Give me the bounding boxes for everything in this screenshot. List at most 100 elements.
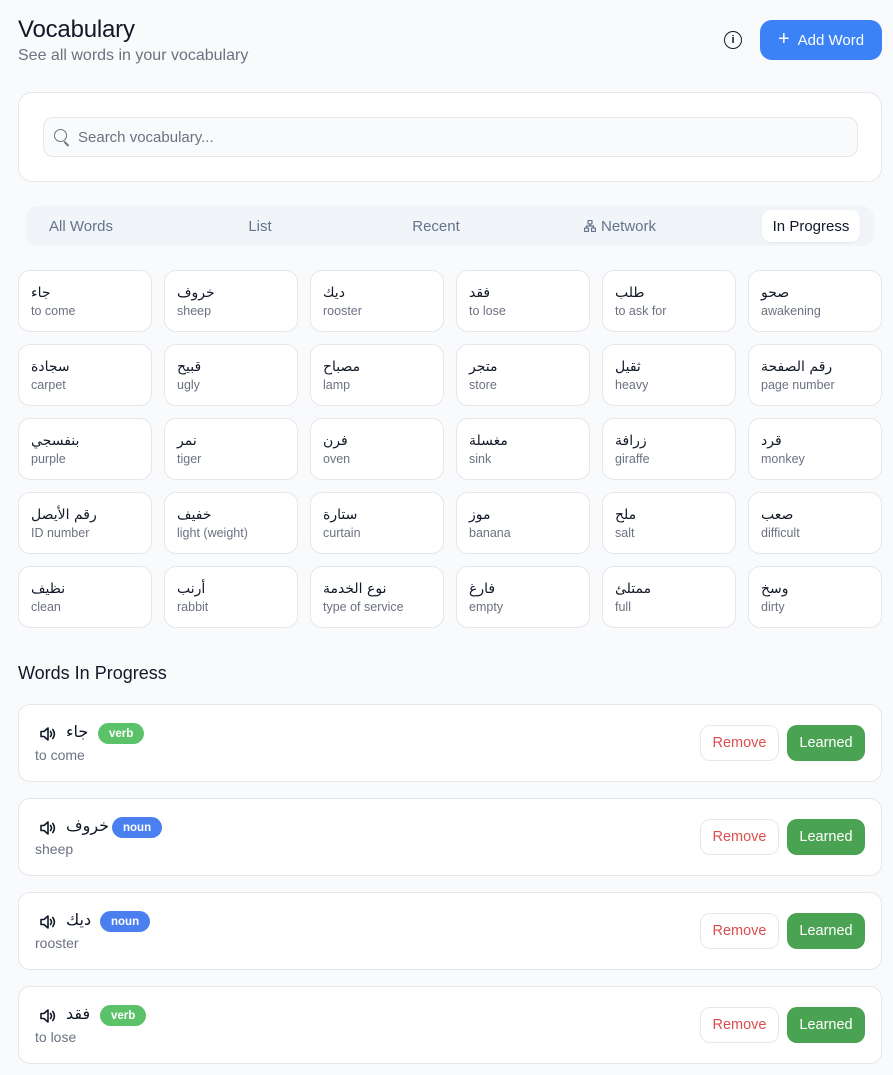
progress-word-arabic: جاء	[66, 722, 89, 741]
word-arabic: نظيف	[31, 581, 66, 597]
learned-button[interactable]: Learned	[787, 819, 865, 855]
word-card[interactable]: وسخ dirty	[748, 566, 882, 628]
word-card[interactable]: ثقيل heavy	[602, 344, 736, 406]
word-translation: type of service	[323, 600, 404, 614]
word-type-badge: noun	[112, 817, 163, 838]
remove-button[interactable]: Remove	[700, 1007, 779, 1043]
word-card[interactable]: متجر store	[456, 344, 590, 406]
view-tabs: All Words List Recent Network In Progres…	[26, 206, 874, 246]
learned-button[interactable]: Learned	[787, 725, 865, 761]
progress-word-translation: rooster	[35, 935, 79, 951]
speaker-icon[interactable]	[39, 726, 57, 742]
word-translation: to come	[31, 304, 76, 318]
word-translation: banana	[469, 526, 511, 540]
word-translation: sink	[469, 452, 492, 466]
word-card[interactable]: فارغ empty	[456, 566, 590, 628]
word-card[interactable]: فقد to lose	[456, 270, 590, 332]
network-icon	[583, 220, 596, 232]
word-type-badge: verb	[98, 723, 145, 744]
word-translation: ugly	[177, 378, 200, 392]
speaker-icon[interactable]	[39, 1008, 57, 1024]
learned-button[interactable]: Learned	[787, 913, 865, 949]
word-translation: giraffe	[615, 452, 650, 466]
word-type-badge: noun	[100, 911, 151, 932]
word-arabic: فارغ	[469, 581, 496, 597]
remove-button[interactable]: Remove	[700, 819, 779, 855]
word-arabic: خروف	[177, 285, 215, 301]
tab-recent[interactable]: Recent	[392, 210, 480, 242]
word-translation: rooster	[323, 304, 362, 318]
speaker-icon[interactable]	[39, 820, 57, 836]
word-card[interactable]: صحو awakening	[748, 270, 882, 332]
word-arabic: نوع الخدمة	[323, 581, 387, 597]
add-word-label: Add Word	[797, 31, 865, 49]
word-card[interactable]: قبيح ugly	[164, 344, 298, 406]
remove-button[interactable]: Remove	[700, 725, 779, 761]
word-card[interactable]: رقم الصفحة page number	[748, 344, 882, 406]
word-type-badge: verb	[100, 1005, 147, 1026]
word-translation: difficult	[761, 526, 800, 540]
word-arabic: فقد	[469, 285, 491, 301]
word-translation: lamp	[323, 378, 351, 392]
word-card[interactable]: نمر tiger	[164, 418, 298, 480]
tab-list[interactable]: List	[220, 210, 300, 242]
word-card[interactable]: قرد monkey	[748, 418, 882, 480]
word-translation: to ask for	[615, 304, 667, 318]
remove-button[interactable]: Remove	[700, 913, 779, 949]
tab-in-progress[interactable]: In Progress	[762, 210, 860, 242]
in-progress-item: خروف noun sheep Remove Learned	[18, 798, 882, 876]
word-arabic: قبيح	[177, 359, 202, 375]
word-card[interactable]: ملح salt	[602, 492, 736, 554]
word-translation: oven	[323, 452, 351, 466]
word-translation: salt	[615, 526, 635, 540]
progress-word-arabic: خروف	[66, 816, 110, 835]
learned-button[interactable]: Learned	[787, 1007, 865, 1043]
word-card[interactable]: مغسلة sink	[456, 418, 590, 480]
word-arabic: فرن	[323, 433, 348, 449]
word-card[interactable]: ممتلئ full	[602, 566, 736, 628]
word-card[interactable]: رقم الأيصل ID number	[18, 492, 152, 554]
word-card[interactable]: سجادة carpet	[18, 344, 152, 406]
word-card[interactable]: نوع الخدمة type of service	[310, 566, 444, 628]
speaker-icon[interactable]	[39, 914, 57, 930]
word-arabic: ستارة	[323, 507, 358, 523]
word-card[interactable]: خفيف light (weight)	[164, 492, 298, 554]
plus-icon: +	[777, 28, 790, 50]
tab-network[interactable]: Network	[570, 210, 670, 242]
word-card[interactable]: نظيف clean	[18, 566, 152, 628]
search-icon	[54, 129, 67, 142]
add-word-button[interactable]: + Add Word	[760, 20, 882, 60]
word-arabic: طلب	[615, 285, 645, 301]
word-translation: store	[469, 378, 497, 392]
word-card[interactable]: زرافة giraffe	[602, 418, 736, 480]
word-arabic: جاء	[31, 285, 51, 301]
search-card	[18, 92, 882, 182]
word-card[interactable]: أرنب rabbit	[164, 566, 298, 628]
word-translation: clean	[31, 600, 61, 614]
word-card[interactable]: موز banana	[456, 492, 590, 554]
word-card[interactable]: فرن oven	[310, 418, 444, 480]
search-box[interactable]	[43, 117, 858, 157]
word-card[interactable]: ستارة curtain	[310, 492, 444, 554]
in-progress-item: ديك noun rooster Remove Learned	[18, 892, 882, 970]
word-arabic: ملح	[615, 507, 637, 523]
in-progress-item: فقد verb to lose Remove Learned	[18, 986, 882, 1064]
search-input[interactable]	[76, 118, 846, 156]
word-card[interactable]: طلب to ask for	[602, 270, 736, 332]
word-translation: dirty	[761, 600, 785, 614]
word-card[interactable]: خروف sheep	[164, 270, 298, 332]
page-subtitle: See all words in your vocabulary	[18, 47, 249, 64]
info-icon[interactable]: i	[724, 31, 742, 49]
word-arabic: زرافة	[615, 433, 647, 449]
word-card[interactable]: ديك rooster	[310, 270, 444, 332]
word-arabic: نمر	[177, 433, 197, 449]
page-header: Vocabulary See all words in your vocabul…	[18, 14, 882, 74]
word-card[interactable]: جاء to come	[18, 270, 152, 332]
word-arabic: صعب	[761, 507, 794, 523]
word-card[interactable]: مصباح lamp	[310, 344, 444, 406]
word-card[interactable]: صعب difficult	[748, 492, 882, 554]
progress-word-translation: to come	[35, 747, 85, 763]
word-translation: to lose	[469, 304, 506, 318]
tab-all-words[interactable]: All Words	[34, 210, 128, 242]
word-card[interactable]: بنفسجي purple	[18, 418, 152, 480]
